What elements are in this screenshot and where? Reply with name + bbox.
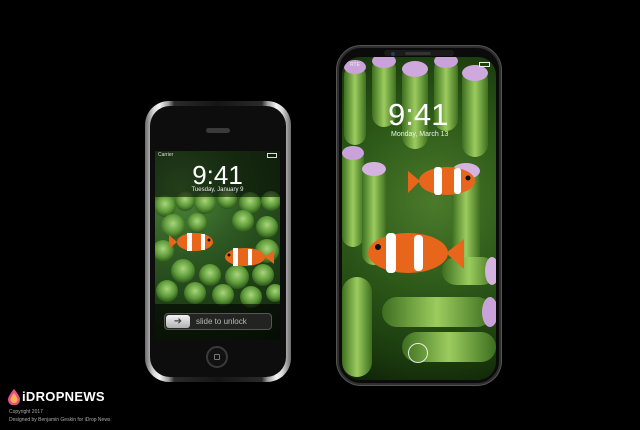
home-square-icon bbox=[214, 354, 220, 360]
earpiece-speaker bbox=[405, 52, 431, 55]
idropnews-logo: iDROPNEWS bbox=[22, 389, 105, 404]
status-bar: Carrier bbox=[155, 151, 280, 160]
copyright-text: Copyright 2017 bbox=[9, 409, 43, 415]
earpiece-speaker bbox=[206, 128, 230, 133]
designer-credit: Designed by Benjamin Geskin for iDrop Ne… bbox=[9, 417, 111, 423]
lock-time: 9:41 bbox=[192, 160, 243, 190]
clownfish-upper bbox=[408, 167, 475, 195]
battery-icon bbox=[479, 62, 490, 67]
lock-date: Monday, March 13 bbox=[391, 131, 449, 138]
front-camera-icon bbox=[391, 52, 395, 56]
lock-date: Tuesday, January 9 bbox=[191, 187, 244, 193]
carrier-label: Carrier bbox=[158, 152, 174, 158]
lock-time: 9:41 bbox=[388, 97, 449, 132]
battery-icon bbox=[267, 153, 277, 158]
droplet-logo-icon bbox=[8, 389, 20, 405]
status-bar: RTE bbox=[350, 61, 490, 69]
carrier-label: RTE bbox=[350, 62, 360, 68]
arrow-right-icon[interactable]: ➜ bbox=[166, 315, 190, 328]
virtual-home-button[interactable] bbox=[408, 343, 428, 363]
slide-to-unlock-label: slide to unlock bbox=[196, 317, 247, 326]
